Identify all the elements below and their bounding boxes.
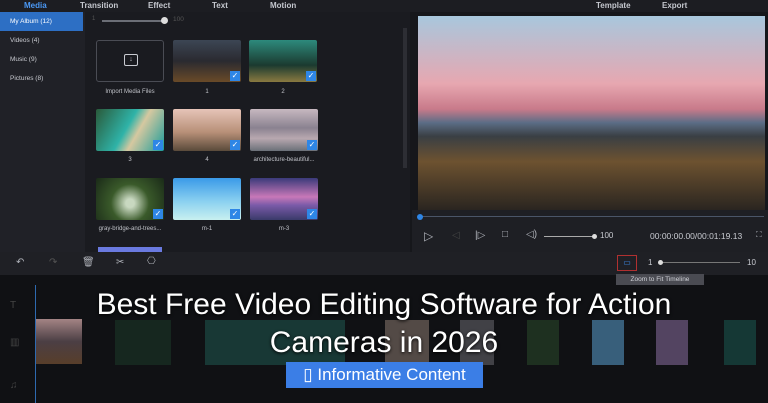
seek-handle[interactable] <box>417 214 423 220</box>
next-frame-icon[interactable]: |▷ <box>475 230 485 241</box>
media-item-name: 4 <box>167 157 247 163</box>
label: Pictures <box>10 75 33 82</box>
sidebar-item-music[interactable]: Music (9) <box>0 50 85 69</box>
media-item-name: gray-bridge-and-trees... <box>90 226 170 232</box>
time-display: 00:00:00.00/00:01:19.13 <box>650 231 742 241</box>
sidebar-item-pictures[interactable]: Pictures (8) <box>0 69 85 88</box>
volume-value: 100 <box>600 231 613 240</box>
media-item-name: 1 <box>167 89 247 95</box>
play-icon[interactable]: ▷ <box>424 229 433 243</box>
media-sidebar: My Album (12) Videos (4) Music (9) Pictu… <box>0 12 85 252</box>
player-controls: ▷ ◁ |▷ □ ◁) 100 00:00:00.00/00:01:19.13 … <box>412 210 768 252</box>
redo-icon[interactable]: ↷ <box>49 257 57 268</box>
badge-icon: ▯ <box>303 365 312 384</box>
cut-icon[interactable]: ✂ <box>116 257 124 268</box>
media-item[interactable]: ✓ <box>249 40 317 82</box>
category-badge[interactable]: ▯ Informative Content <box>286 362 483 388</box>
delete-icon[interactable]: 🗑 <box>82 257 95 268</box>
edit-toolbar: ↶ ↷ 🗑 ✂ ⎔ ▭ 1 10 <box>0 252 768 275</box>
zoom-to-fit-button[interactable]: ▭ <box>617 255 637 271</box>
tab-template[interactable]: Template <box>596 1 631 10</box>
volume-icon[interactable]: ◁) <box>526 229 537 240</box>
fullscreen-icon[interactable]: ⛶ <box>756 230 762 240</box>
import-media-button[interactable]: ↓ <box>96 40 164 82</box>
thumb-size-min: 1 <box>92 16 95 22</box>
media-item[interactable]: ✓ <box>250 178 318 220</box>
media-item[interactable]: ✓ <box>250 109 318 151</box>
stop-icon[interactable]: □ <box>502 229 508 240</box>
badge-label: Informative Content <box>317 365 465 384</box>
media-item-name: 3 <box>90 157 170 163</box>
media-item[interactable]: ✓ <box>173 40 241 82</box>
check-icon[interactable]: ✓ <box>153 209 163 219</box>
timeline-zoom-handle[interactable] <box>658 260 663 265</box>
check-icon[interactable]: ✓ <box>307 140 317 150</box>
scrollbar[interactable] <box>403 28 407 168</box>
sidebar-item-videos[interactable]: Videos (4) <box>0 31 85 50</box>
media-item-name: architecture-beautiful... <box>244 157 324 163</box>
check-icon[interactable]: ✓ <box>153 140 163 150</box>
tab-text[interactable]: Text <box>212 1 228 10</box>
label: My Album <box>10 18 39 25</box>
timeline-zoom-max: 10 <box>747 258 756 267</box>
thumb-size-max: 100 <box>173 16 184 23</box>
media-item-name: m-3 <box>244 226 324 232</box>
tab-media[interactable]: Media <box>24 1 47 10</box>
thumb-size-slider[interactable] <box>102 20 164 22</box>
video-preview[interactable] <box>418 16 765 210</box>
seek-bar[interactable] <box>418 216 764 217</box>
timeline-zoom-min: 1 <box>648 258 652 267</box>
tab-motion[interactable]: Motion <box>270 1 296 10</box>
count: (9) <box>29 56 37 63</box>
check-icon[interactable]: ✓ <box>306 71 316 81</box>
tab-transition[interactable]: Transition <box>80 1 118 10</box>
tab-effect[interactable]: Effect <box>148 1 170 10</box>
split-icon[interactable]: ⎔ <box>147 256 156 267</box>
check-icon[interactable]: ✓ <box>307 209 317 219</box>
sidebar-item-my-album[interactable]: My Album (12) <box>0 12 83 31</box>
label: Music <box>10 56 27 63</box>
folder-import-icon: ↓ <box>124 54 138 66</box>
import-label: Import Media Files <box>90 89 170 95</box>
check-icon[interactable]: ✓ <box>230 71 240 81</box>
count: (12) <box>40 18 52 25</box>
undo-icon[interactable]: ↶ <box>16 257 24 268</box>
volume-handle[interactable] <box>592 234 597 239</box>
article-title: Best Free Video Editing Software for Act… <box>0 286 768 362</box>
prev-frame-icon[interactable]: ◁ <box>452 230 460 241</box>
media-item-name: m-1 <box>167 226 247 232</box>
tab-export[interactable]: Export <box>662 1 687 10</box>
top-tab-bar: Media Transition Effect Text Motion Temp… <box>0 0 768 12</box>
media-item[interactable]: ✓ <box>96 178 164 220</box>
check-icon[interactable]: ✓ <box>230 140 240 150</box>
media-item[interactable]: ✓ <box>96 109 164 151</box>
media-item[interactable]: ✓ <box>173 178 241 220</box>
slider-handle[interactable] <box>161 17 168 24</box>
check-icon[interactable]: ✓ <box>230 209 240 219</box>
label: Videos <box>10 37 30 44</box>
timeline-zoom-slider[interactable] <box>660 262 740 263</box>
count: (8) <box>35 75 43 82</box>
music-track-icon: ♫ <box>10 380 18 391</box>
tooltip: Zoom to Fit Timeline <box>616 274 704 285</box>
volume-slider[interactable] <box>544 236 594 237</box>
media-item[interactable]: ✓ <box>173 109 241 151</box>
media-item-name: 2 <box>243 89 323 95</box>
count: (4) <box>32 37 40 44</box>
